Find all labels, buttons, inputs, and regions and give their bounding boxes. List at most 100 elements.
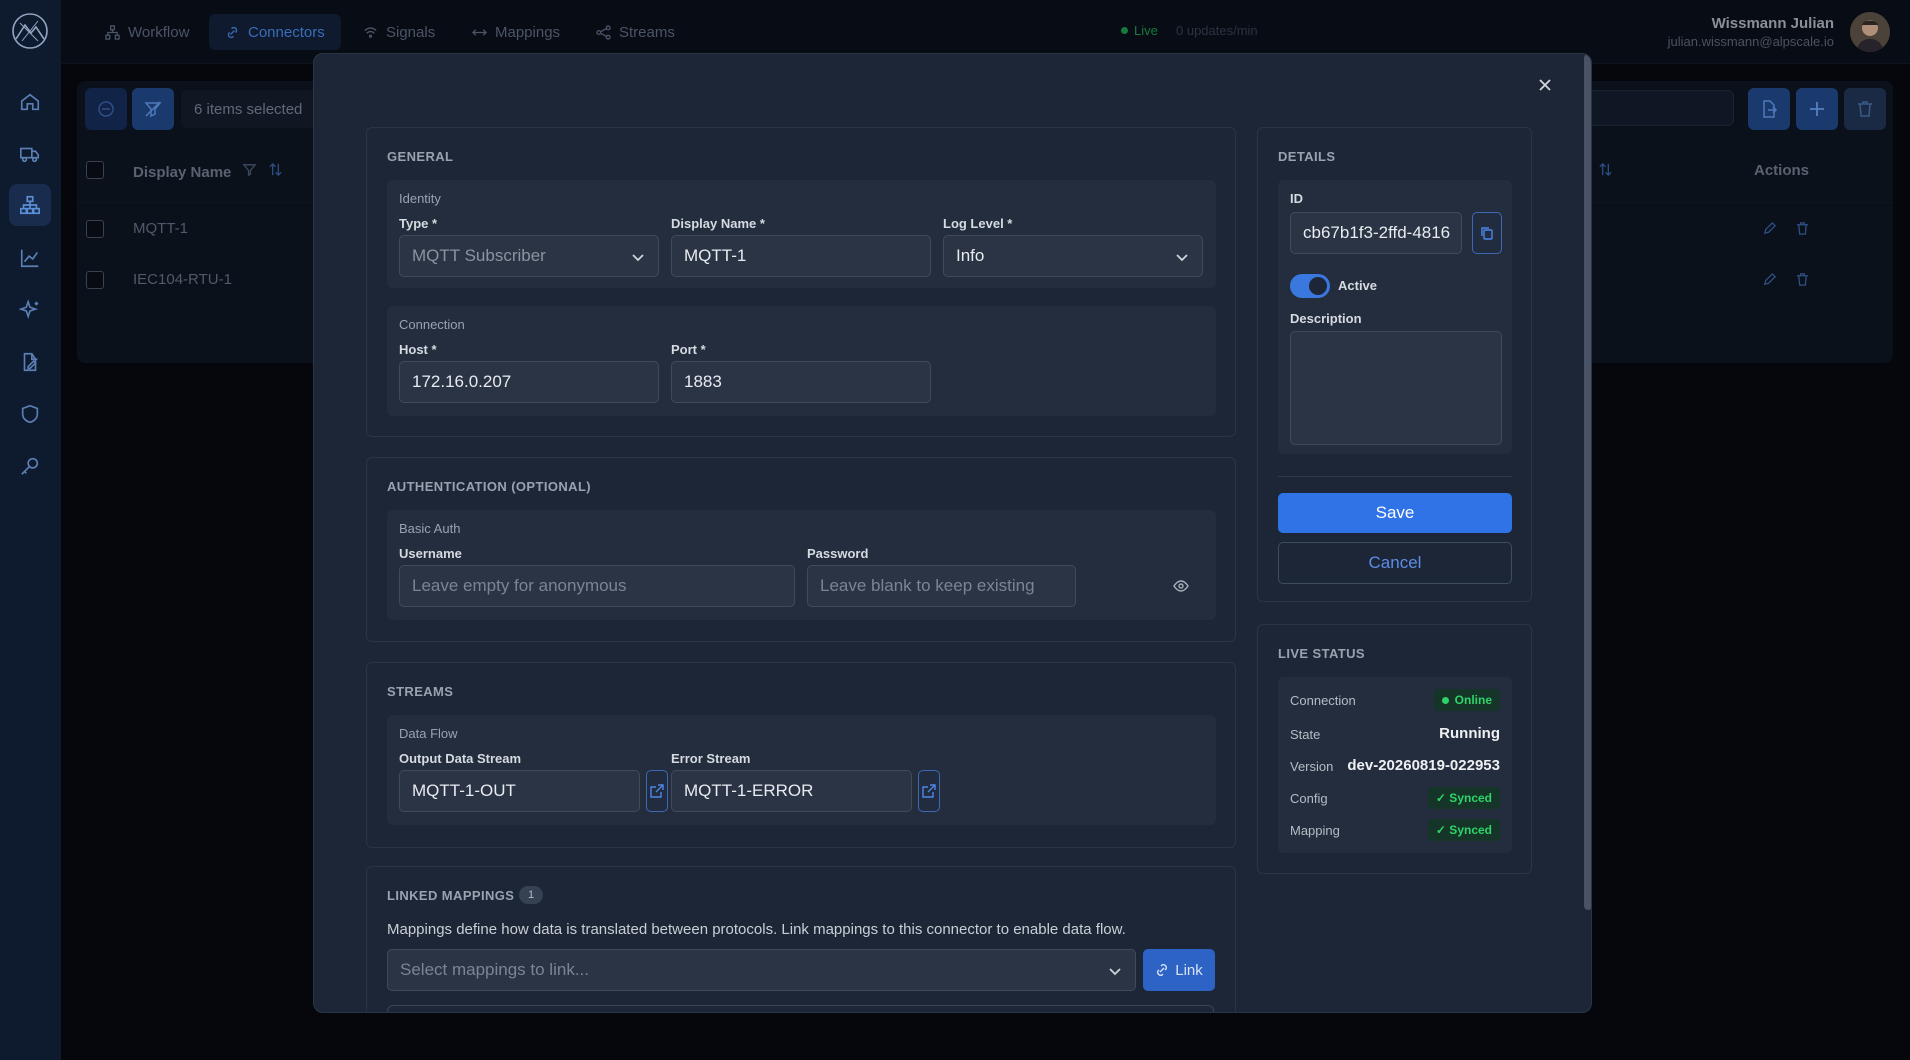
section-title: DETAILS xyxy=(1278,149,1336,164)
chevron-down-icon xyxy=(1176,254,1188,262)
section-title: LINKED MAPPINGS xyxy=(387,888,515,903)
section-title: STREAMS xyxy=(387,684,454,699)
table-row-name[interactable]: MQTT-1 xyxy=(133,220,188,237)
copy-id-button[interactable] xyxy=(1472,212,1502,254)
link-mappings-button[interactable]: Link xyxy=(1143,949,1215,991)
type-select[interactable]: MQTT Subscriber xyxy=(399,235,659,277)
type-value: MQTT Subscriber xyxy=(412,246,546,265)
tab-workflow[interactable]: Workflow xyxy=(89,14,205,50)
sort-icon[interactable] xyxy=(1598,162,1613,182)
active-toggle[interactable] xyxy=(1290,274,1330,298)
column-header-actions: Actions xyxy=(1754,162,1810,179)
sitemap-icon[interactable] xyxy=(9,184,51,226)
authentication-section: AUTHENTICATION (OPTIONAL) Basic Auth Use… xyxy=(366,457,1236,642)
truck-icon[interactable] xyxy=(9,133,51,175)
field-label: Password xyxy=(807,546,869,561)
mapping-status-badge: ✓ Synced xyxy=(1427,819,1500,841)
row-checkbox[interactable] xyxy=(86,271,104,289)
identity-group: Identity Type * MQTT Subscriber Display … xyxy=(387,180,1216,288)
edit-icon[interactable] xyxy=(1762,272,1777,292)
live-dot-icon xyxy=(1121,27,1128,34)
log-level-value: Info xyxy=(956,246,985,265)
password-input[interactable]: Leave blank to keep existing xyxy=(807,565,1076,607)
tab-mappings[interactable]: Mappings xyxy=(456,14,576,50)
port-input[interactable]: 1883 xyxy=(671,361,931,403)
group-label: Basic Auth xyxy=(399,521,461,536)
status-label: Mapping xyxy=(1290,823,1340,838)
field-label: Log Level * xyxy=(943,216,1013,231)
id-field[interactable]: cb67b1f3-2ffd-4816 xyxy=(1290,212,1462,254)
close-button[interactable] xyxy=(1530,70,1560,100)
cancel-button[interactable]: Cancel xyxy=(1278,542,1512,584)
deselect-button[interactable] xyxy=(85,88,127,130)
toggle-knob xyxy=(1309,277,1327,295)
user-name: Wissmann Julian xyxy=(1711,15,1834,32)
active-label: Active xyxy=(1338,278,1378,293)
scrollbar[interactable] xyxy=(1584,54,1591,910)
chevron-down-icon xyxy=(632,254,644,262)
save-button[interactable]: Save xyxy=(1278,493,1512,533)
external-link-icon xyxy=(650,784,664,798)
group-label: Identity xyxy=(399,191,441,206)
sort-icon[interactable] xyxy=(268,162,283,182)
tab-streams[interactable]: Streams xyxy=(580,14,691,50)
search-input[interactable] xyxy=(1580,90,1734,126)
log-level-select[interactable]: Info xyxy=(943,235,1203,277)
field-label: Host * xyxy=(399,342,437,357)
description-textarea[interactable] xyxy=(1290,331,1502,445)
select-all-checkbox[interactable] xyxy=(86,161,104,179)
status-label: Version xyxy=(1290,759,1334,774)
general-section: GENERAL Identity Type * MQTT Subscriber … xyxy=(366,127,1236,437)
field-label: Description xyxy=(1290,311,1362,326)
connection-group: Connection Host * 172.16.0.207 Port * 18… xyxy=(387,306,1216,416)
group-label: Data Flow xyxy=(399,726,458,741)
display-name-input[interactable]: MQTT-1 xyxy=(671,235,931,277)
field-label: Port * xyxy=(671,342,706,357)
row-checkbox[interactable] xyxy=(86,220,104,238)
avatar[interactable] xyxy=(1850,12,1890,52)
logo-icon[interactable] xyxy=(8,11,52,51)
open-error-stream-button[interactable] xyxy=(918,770,940,812)
home-icon[interactable] xyxy=(9,81,51,123)
trash-icon[interactable] xyxy=(1795,221,1810,241)
sidebar xyxy=(0,0,61,1060)
username-input[interactable]: Leave empty for anonymous xyxy=(399,565,795,607)
edit-icon[interactable] xyxy=(1762,221,1777,241)
list-item xyxy=(387,1005,1214,1012)
host-input[interactable]: 172.16.0.207 xyxy=(399,361,659,403)
mappings-select[interactable]: Select mappings to link... xyxy=(387,949,1136,991)
key-icon[interactable] xyxy=(9,445,51,487)
shield-icon[interactable] xyxy=(9,393,51,435)
status-label: Config xyxy=(1290,791,1328,806)
field-label: Username xyxy=(399,546,462,561)
selection-count: 6 items selected xyxy=(181,90,331,128)
details-section: DETAILS ID cb67b1f3-2ffd-4816 Active Des… xyxy=(1257,127,1532,602)
open-output-stream-button[interactable] xyxy=(646,770,668,812)
document-edit-icon[interactable] xyxy=(9,341,51,383)
tab-label: Streams xyxy=(619,23,675,41)
field-label: Error Stream xyxy=(671,751,751,766)
filter-off-button[interactable] xyxy=(132,88,174,130)
mappings-count-badge: 1 xyxy=(519,886,543,904)
eye-icon[interactable] xyxy=(1173,578,1189,599)
chart-line-icon[interactable] xyxy=(9,237,51,279)
output-stream-input[interactable]: MQTT-1-OUT xyxy=(399,770,640,812)
sparkles-icon[interactable] xyxy=(9,289,51,331)
tab-connectors[interactable]: Connectors xyxy=(209,14,341,50)
tab-label: Mappings xyxy=(495,23,561,41)
add-button[interactable] xyxy=(1796,88,1838,130)
badge-text: Online xyxy=(1454,693,1492,707)
field-label: ID xyxy=(1290,191,1303,206)
delete-selected-button[interactable] xyxy=(1844,88,1886,130)
column-header-display-name[interactable]: Display Name xyxy=(133,164,231,181)
table-row-name[interactable]: IEC104-RTU-1 xyxy=(133,271,232,288)
tab-signals[interactable]: Signals xyxy=(347,14,451,50)
error-stream-input[interactable]: MQTT-1-ERROR xyxy=(671,770,912,812)
trash-icon[interactable] xyxy=(1795,272,1810,292)
section-title: GENERAL xyxy=(387,149,454,164)
basic-auth-group: Basic Auth Username Leave empty for anon… xyxy=(387,510,1216,620)
version-value: dev-20260819-022953 xyxy=(1347,757,1500,774)
filter-icon[interactable] xyxy=(242,162,257,182)
chevron-down-icon xyxy=(1109,968,1121,976)
export-button[interactable] xyxy=(1748,88,1790,130)
